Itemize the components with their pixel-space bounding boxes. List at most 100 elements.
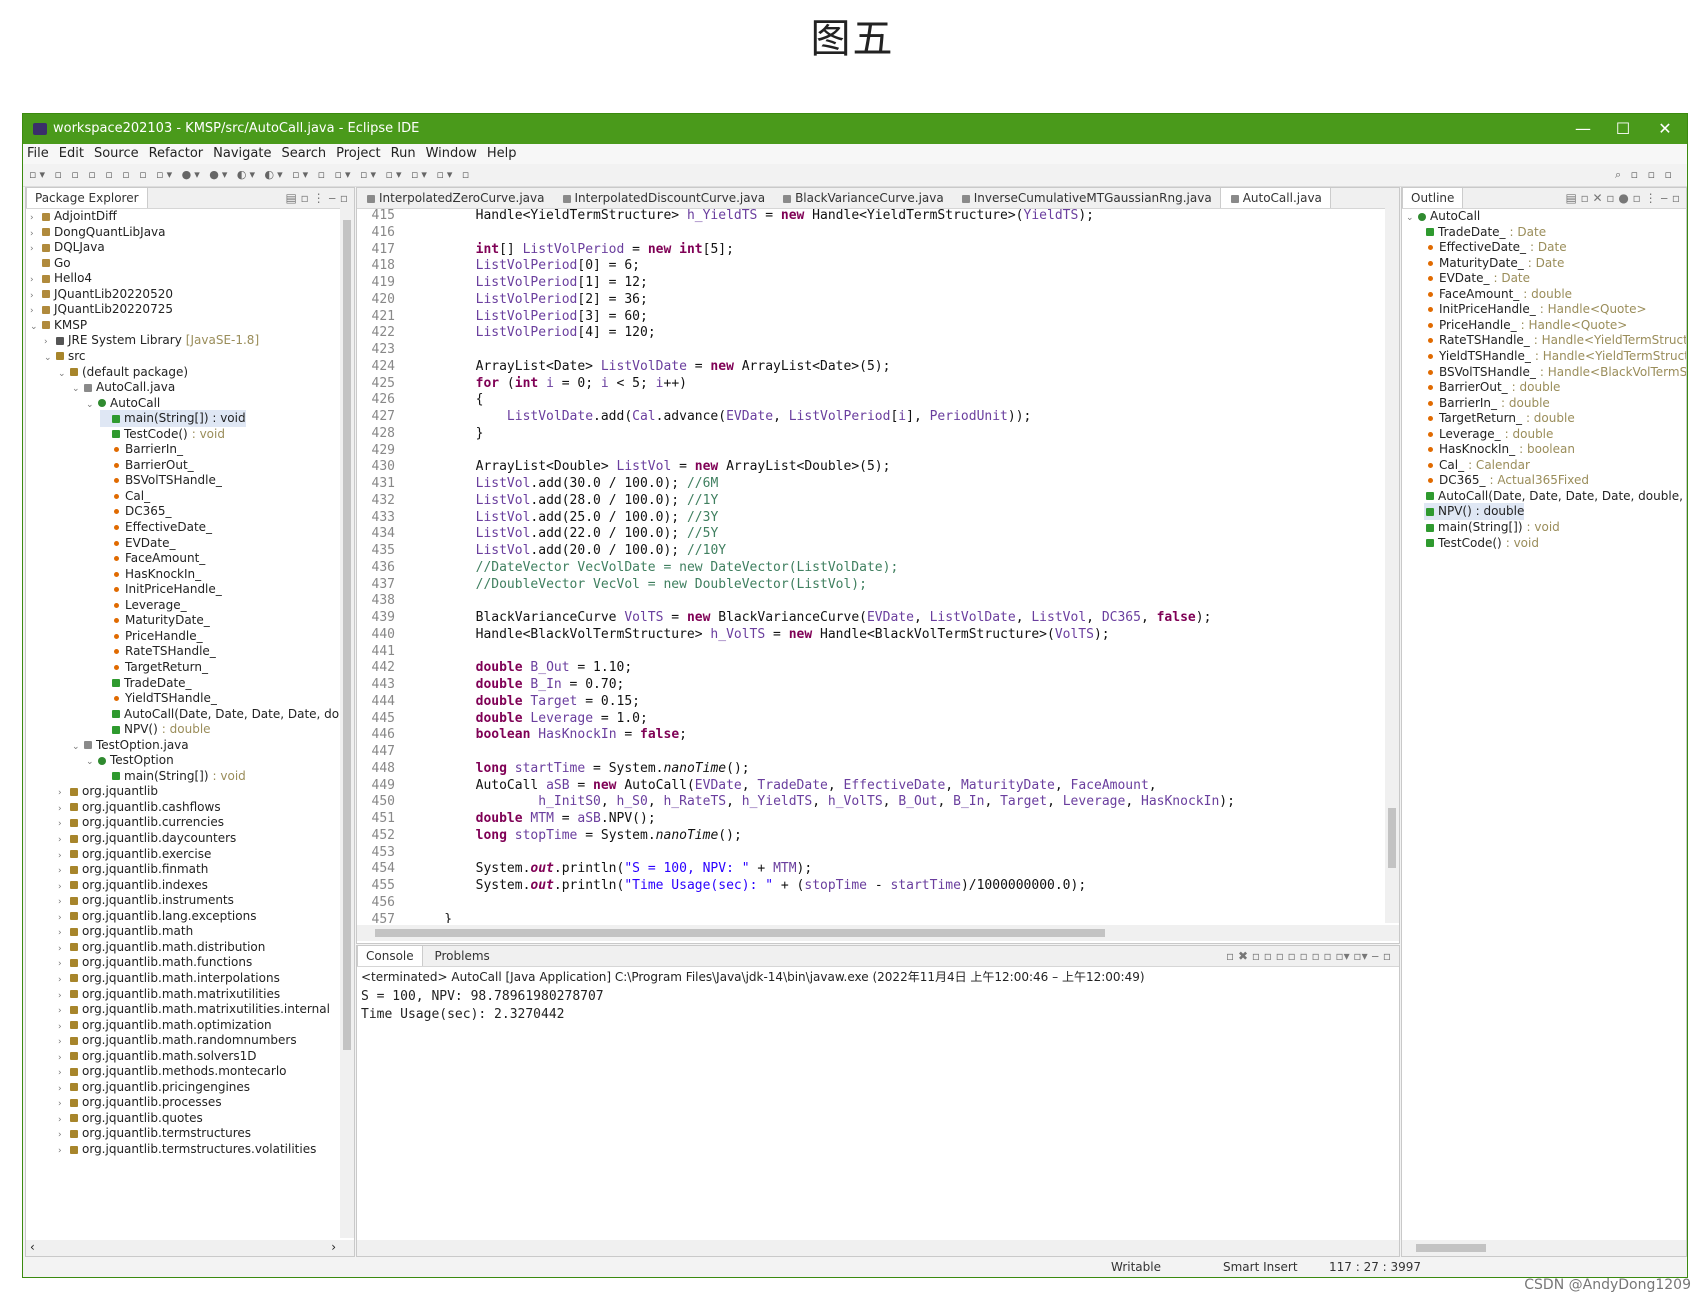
editor-scroll-thumb[interactable] xyxy=(1388,808,1396,868)
outline-item[interactable]: AutoCall(Date, Date, Date, Date, double,… xyxy=(1424,488,1686,505)
menu-edit[interactable]: Edit xyxy=(59,146,84,161)
minimize-button[interactable]: — xyxy=(1561,114,1605,144)
outline-item[interactable]: ⌄ AutoCall xyxy=(1406,208,1480,225)
tab-problems[interactable]: Problems xyxy=(426,946,497,966)
expand-arrow-icon[interactable]: ⌄ xyxy=(86,754,96,771)
expand-arrow-icon[interactable]: ⌄ xyxy=(1406,210,1416,227)
code-line[interactable]: double B_Out = 1.10; xyxy=(413,660,633,675)
menu-source[interactable]: Source xyxy=(94,146,139,161)
tree-item[interactable]: › org.jquantlib.cashflows xyxy=(58,799,221,816)
tree-item[interactable]: › org.jquantlib.daycounters xyxy=(58,830,236,847)
tree-item[interactable]: › AdjointDiff xyxy=(30,208,117,225)
tree-item[interactable]: Leverage_ xyxy=(100,597,187,614)
outline-item[interactable]: NPV() : double xyxy=(1424,503,1525,521)
console-horizontal-scrollbar[interactable] xyxy=(357,1240,1399,1256)
tree-item[interactable]: › org.jquantlib.math.functions xyxy=(58,954,252,971)
outline-item[interactable]: EffectiveDate_: Date xyxy=(1424,239,1567,256)
tree-item[interactable]: › org.jquantlib.termstructures.volatiliti… xyxy=(58,1141,316,1158)
tree-item[interactable]: › org.jquantlib.math.randomnumbers xyxy=(58,1032,297,1049)
tree-item[interactable]: MaturityDate_ xyxy=(100,612,210,629)
menu-help[interactable]: Help xyxy=(487,146,517,161)
tab-editor-file[interactable]: BlackVarianceCurve.java xyxy=(773,188,952,208)
code-line[interactable]: double B_In = 0.70; xyxy=(413,677,625,692)
scroll-left-icon[interactable]: ‹ xyxy=(30,1240,35,1254)
code-line[interactable]: ListVolPeriod[1] = 12; xyxy=(413,275,648,290)
menu-search[interactable]: Search xyxy=(281,146,326,161)
tree-item[interactable]: TestCode(): void xyxy=(100,426,225,443)
code-line[interactable]: ListVol.add(25.0 / 100.0); //3Y xyxy=(413,510,719,525)
package-horizontal-scrollbar[interactable]: ‹ › xyxy=(26,1240,354,1256)
close-button[interactable]: ✕ xyxy=(1643,114,1687,144)
tree-item[interactable]: › org.jquantlib.processes xyxy=(58,1094,222,1111)
editor-horizontal-scrollbar[interactable] xyxy=(357,925,1399,941)
code-line[interactable]: } xyxy=(413,426,484,441)
code-line[interactable]: Handle<YieldTermStructure> h_YieldTS = n… xyxy=(413,208,1094,223)
expand-arrow-icon[interactable]: ⌄ xyxy=(58,366,68,383)
code-line[interactable]: //DoubleVector VecVol = new DoubleVector… xyxy=(413,577,867,592)
menu-window[interactable]: Window xyxy=(426,146,477,161)
outline-item[interactable]: BSVolTSHandle_: Handle<BlackVolTermStruc… xyxy=(1424,364,1686,381)
tree-item[interactable]: › org.jquantlib.math.interpolations xyxy=(58,970,280,987)
tree-item[interactable]: ⌄ TestOption xyxy=(86,752,174,769)
tree-item[interactable]: EVDate_ xyxy=(100,535,175,552)
tree-item[interactable]: › org.jquantlib.methods.montecarlo xyxy=(58,1063,287,1080)
menu-project[interactable]: Project xyxy=(336,146,380,161)
outline-item[interactable]: TradeDate_: Date xyxy=(1424,224,1546,241)
outline-item[interactable]: MaturityDate_: Date xyxy=(1424,255,1564,272)
tree-item[interactable]: RateTSHandle_ xyxy=(100,643,216,660)
outline-item[interactable]: TargetReturn_: double xyxy=(1424,410,1575,427)
tree-item[interactable]: › org.jquantlib.lang.exceptions xyxy=(58,908,256,925)
code-line[interactable]: { xyxy=(413,392,484,407)
tree-item[interactable]: › org.jquantlib.indexes xyxy=(58,877,208,894)
collapse-arrow-icon[interactable]: › xyxy=(58,1143,68,1160)
code-line[interactable]: ListVol.add(20.0 / 100.0); //10Y xyxy=(413,543,726,558)
tree-item[interactable]: › org.jquantlib xyxy=(58,783,158,800)
code-line[interactable]: AutoCall aSB = new AutoCall(EVDate, Trad… xyxy=(413,778,1157,793)
code-line[interactable]: ListVol.add(28.0 / 100.0); //1Y xyxy=(413,493,719,508)
tree-item[interactable]: › org.jquantlib.math.matrixutilities xyxy=(58,986,280,1003)
tab-editor-file[interactable]: AutoCall.java xyxy=(1219,188,1331,208)
outline-item[interactable]: HasKnockIn_: boolean xyxy=(1424,441,1575,458)
tree-item[interactable]: › org.jquantlib.currencies xyxy=(58,814,224,831)
code-line[interactable]: ListVolPeriod[3] = 60; xyxy=(413,309,648,324)
tree-item[interactable]: EffectiveDate_ xyxy=(100,519,212,536)
tree-item[interactable]: › JQuantLib20220725 xyxy=(30,301,173,318)
code-line[interactable]: BlackVarianceCurve VolTS = new BlackVari… xyxy=(413,610,1212,625)
maximize-button[interactable]: ☐ xyxy=(1601,114,1645,144)
code-line[interactable]: //DateVector VecVolDate = new DateVector… xyxy=(413,560,899,575)
tree-item[interactable]: BarrierOut_ xyxy=(100,457,194,474)
expand-arrow-icon[interactable]: ⌄ xyxy=(30,319,40,336)
outline-item[interactable]: PriceHandle_: Handle<Quote> xyxy=(1424,317,1627,334)
tree-item[interactable]: Go xyxy=(30,255,71,272)
code-line[interactable]: System.out.println("S = 100, NPV: " + MT… xyxy=(413,861,813,876)
code-line[interactable]: int[] ListVolPeriod = new int[5]; xyxy=(413,242,734,257)
tab-editor-file[interactable]: InterpolatedDiscountCurve.java xyxy=(553,188,774,208)
tree-item[interactable]: › org.jquantlib.instruments xyxy=(58,892,234,909)
outline-item[interactable]: BarrierIn_: double xyxy=(1424,395,1550,412)
editor-vertical-scrollbar[interactable] xyxy=(1385,208,1399,923)
tree-item[interactable]: Cal_ xyxy=(100,488,150,505)
tree-item[interactable]: › org.jquantlib.math.matrixutilities.inte… xyxy=(58,1001,330,1018)
expand-arrow-icon[interactable]: ⌄ xyxy=(72,381,82,398)
tree-item[interactable]: ⌄ AutoCall.java xyxy=(72,379,175,396)
scroll-right-icon[interactable]: › xyxy=(331,1240,336,1254)
tree-item[interactable]: ⌄ src xyxy=(44,348,86,365)
tab-package-explorer[interactable]: Package Explorer xyxy=(26,188,148,208)
code-line[interactable]: Handle<BlackVolTermStructure> h_VolTS = … xyxy=(413,627,1110,642)
tree-item[interactable]: TradeDate_ xyxy=(100,675,192,692)
view-menu-icon[interactable]: ▤ ▫ ⋮ ‒ ▫ xyxy=(286,188,349,208)
code-line[interactable]: ListVolDate.add(Cal.advance(EVDate, List… xyxy=(413,409,1031,424)
code-line[interactable]: double Leverage = 1.0; xyxy=(413,711,648,726)
tree-item[interactable]: › org.jquantlib.math xyxy=(58,923,193,940)
code-line[interactable]: ListVol.add(22.0 / 100.0); //5Y xyxy=(413,526,719,541)
tree-item[interactable]: TargetReturn_ xyxy=(100,659,208,676)
outline-item[interactable]: YieldTSHandle_: Handle<YieldTermStructur… xyxy=(1424,348,1686,365)
menu-file[interactable]: File xyxy=(27,146,49,161)
tab-editor-file[interactable]: InverseCumulativeMTGaussianRng.java xyxy=(952,188,1220,208)
package-vertical-scrollbar[interactable] xyxy=(340,208,354,1238)
expand-arrow-icon[interactable]: ⌄ xyxy=(86,397,96,414)
code-line[interactable]: long stopTime = System.nanoTime(); xyxy=(413,828,742,843)
tree-item[interactable]: › Hello4 xyxy=(30,270,92,287)
code-line[interactable]: ArrayList<Double> ListVol = new ArrayLis… xyxy=(413,459,891,474)
code-line[interactable]: ArrayList<Date> ListVolDate = new ArrayL… xyxy=(413,359,891,374)
